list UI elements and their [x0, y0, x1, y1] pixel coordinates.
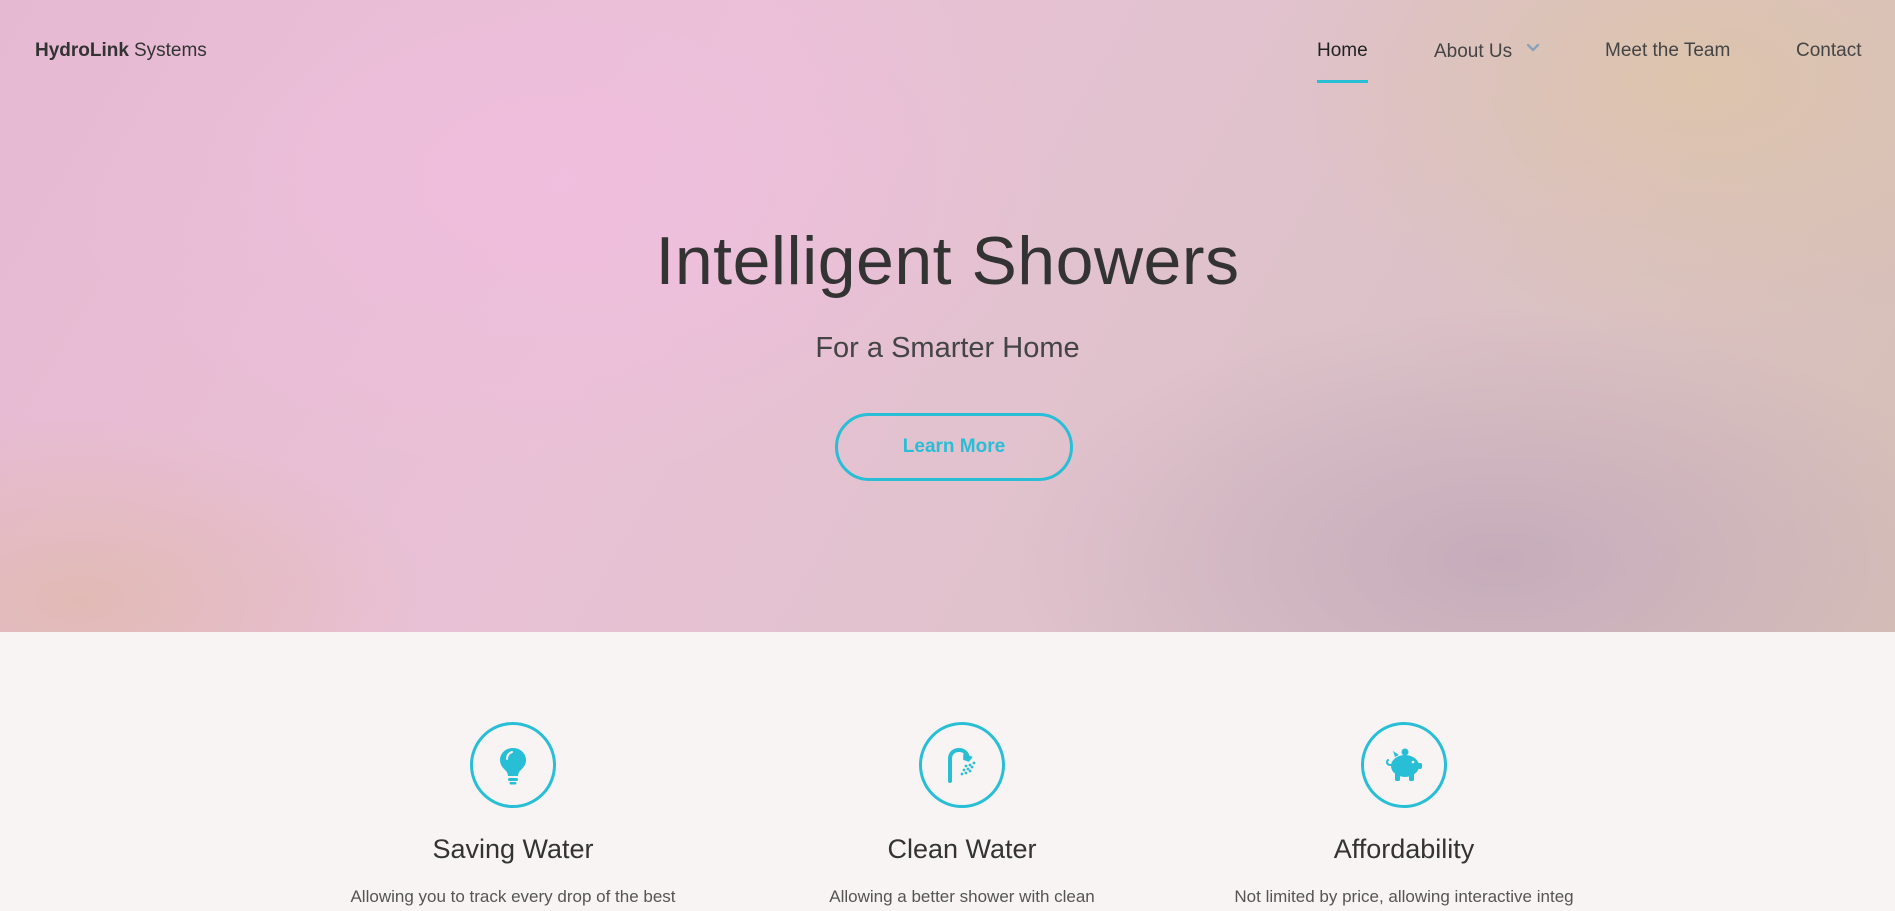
feature-clean-water: Clean Water Allowing a better shower wit… [782, 722, 1142, 907]
feature-icon-circle [1361, 722, 1447, 808]
lightbulb-icon [500, 748, 526, 785]
piggy-bank-icon [1386, 748, 1422, 781]
shower-icon [948, 747, 976, 783]
hero-subtitle: For a Smarter Home [815, 332, 1080, 364]
nav-about-label: About Us [1434, 41, 1513, 62]
feature-saving-water: Saving Water Allowing you to track every… [333, 722, 693, 907]
hero-section: HydroLink Systems Home About Us Meet the … [0, 0, 1895, 632]
feature-text: Allowing a better shower with clean [829, 887, 1095, 906]
nav-contact[interactable]: Contact [1796, 40, 1861, 62]
feature-affordability: Affordability Not limited by price, allo… [1224, 722, 1584, 907]
learn-more-button[interactable]: Learn More [835, 413, 1073, 481]
features-section: Saving Water Allowing you to track every… [0, 632, 1895, 911]
nav-meet-the-team[interactable]: Meet the Team [1605, 40, 1730, 62]
feature-text: Not limited by price, allowing interacti… [1234, 887, 1574, 906]
feature-title: Clean Water [887, 834, 1037, 864]
feature-title: Saving Water [432, 834, 594, 864]
chevron-down-icon[interactable] [1525, 40, 1541, 56]
feature-icon-circle [919, 722, 1005, 808]
nav-about-us[interactable]: About Us [1434, 40, 1541, 63]
nav-home[interactable]: Home [1317, 40, 1368, 83]
feature-title: Affordability [1333, 834, 1475, 864]
feature-text: Allowing you to track every drop of the … [350, 887, 676, 906]
nav-home-label: Home [1317, 40, 1368, 61]
main-nav: Home About Us Meet the Team Contact [0, 40, 1895, 83]
feature-icon-circle [470, 722, 556, 808]
active-nav-indicator [1317, 80, 1368, 83]
nav-contact-label: Contact [1796, 40, 1862, 61]
nav-team-label: Meet the Team [1605, 40, 1731, 61]
hero-title: Intelligent Showers [655, 223, 1240, 299]
